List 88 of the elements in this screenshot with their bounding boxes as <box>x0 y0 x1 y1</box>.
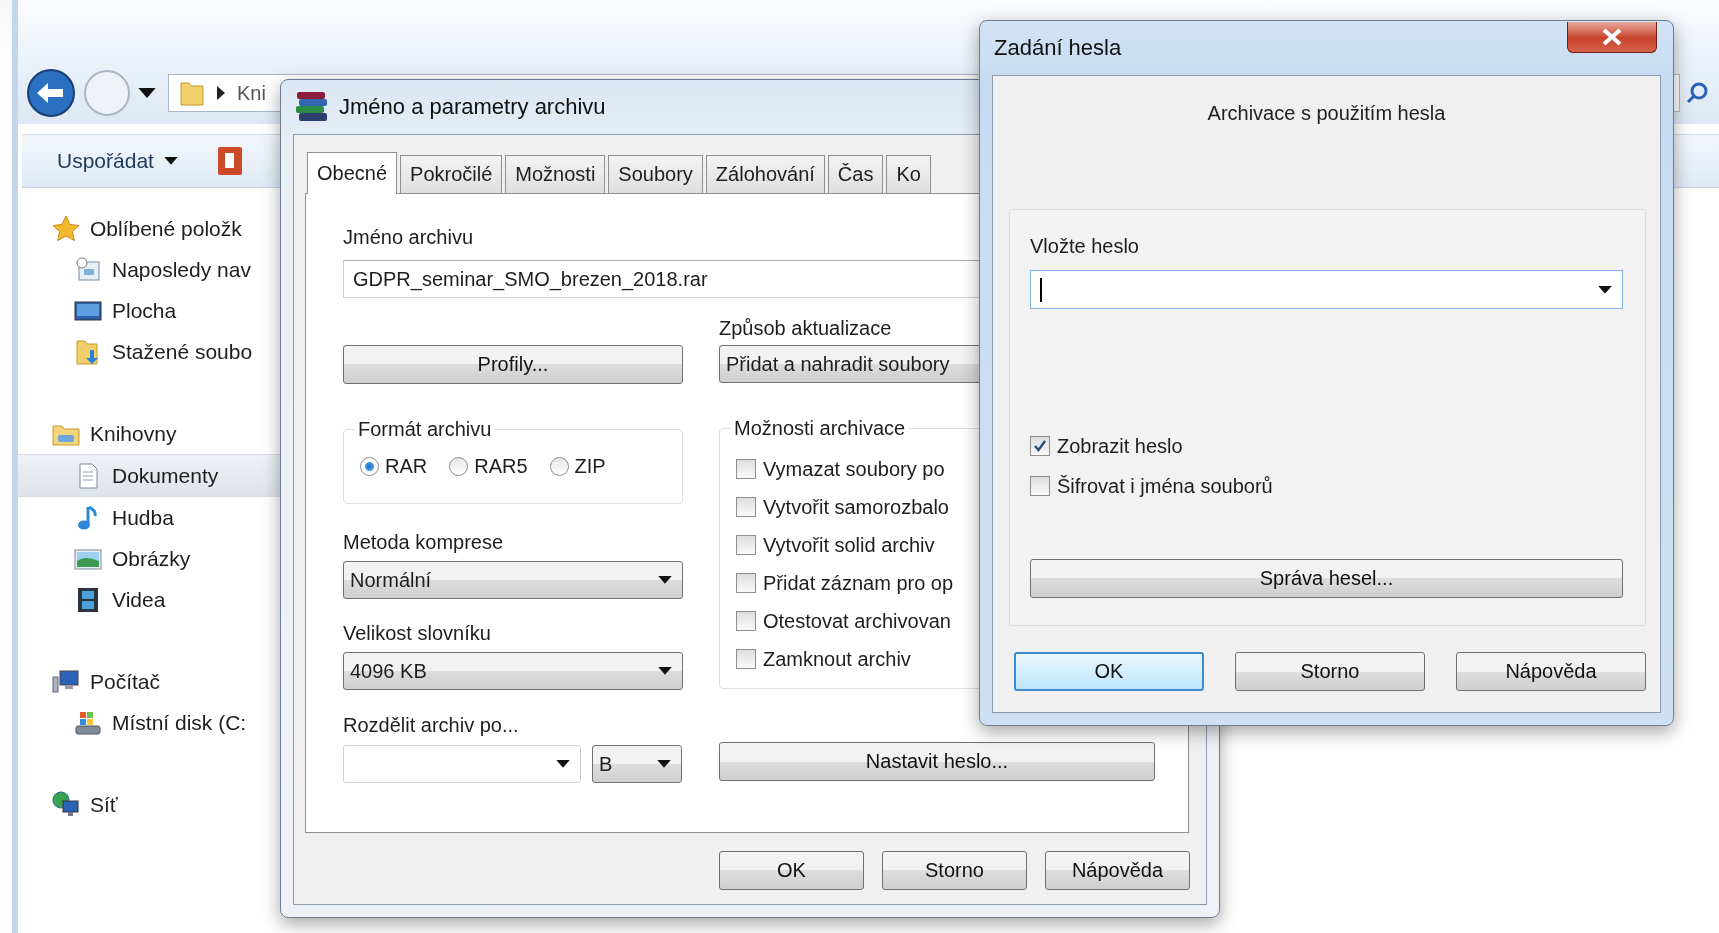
dropdown-arrow-icon <box>658 576 672 584</box>
sidebar-item[interactable]: Hudba <box>18 497 280 538</box>
checkbox[interactable] <box>736 459 756 479</box>
radio-button[interactable] <box>549 457 569 476</box>
checkbox-label: Vytvořit samorozbalo <box>763 495 949 519</box>
dialog-button[interactable]: Nápověda <box>1045 851 1190 890</box>
manage-passwords-button[interactable]: Správa hesel... <box>1030 559 1623 598</box>
computer-icon <box>52 667 80 696</box>
sidebar-item[interactable]: Oblíbené položk <box>18 208 280 249</box>
tab[interactable]: Obecné <box>307 152 398 194</box>
close-icon <box>1601 28 1623 46</box>
group-label: Možnosti archivace <box>733 417 907 440</box>
tab[interactable]: Možnosti <box>505 155 606 193</box>
checkbox[interactable] <box>736 649 756 669</box>
unit-dropdown[interactable]: B <box>592 745 682 783</box>
search-icon[interactable] <box>1686 81 1710 105</box>
dialog-button[interactable]: Nápověda <box>1456 652 1646 691</box>
dialog-title: Zadání hesla <box>994 35 1122 61</box>
checkbox-label: Vytvořit solid archiv <box>763 533 935 557</box>
sidebar-item[interactable]: Dokumenty <box>18 454 280 497</box>
tab[interactable]: Zálohování <box>705 155 825 193</box>
field-label: Metoda komprese <box>343 530 504 554</box>
tab[interactable]: Soubory <box>608 155 703 193</box>
checkbox[interactable] <box>736 497 756 517</box>
caret-icon <box>163 157 178 165</box>
network-icon <box>52 790 80 819</box>
checkbox-label: Zobrazit heslo <box>1057 434 1183 458</box>
field-label: Vložte heslo <box>1030 234 1139 258</box>
star-icon <box>52 214 80 243</box>
dictionary-dropdown[interactable]: 4096 KB <box>343 652 683 690</box>
field-label: Způsob aktualizace <box>719 316 892 340</box>
sidebar-item[interactable]: Počítač <box>18 661 280 702</box>
breadcrumb-arrow-icon <box>217 86 225 100</box>
radio-button[interactable] <box>449 457 469 476</box>
checkbox[interactable] <box>1030 436 1050 456</box>
checkbox[interactable] <box>736 611 756 631</box>
field-label: Rozdělit archiv po... <box>343 713 519 737</box>
sidebar-item[interactable]: Místní disk (C: <box>18 702 280 743</box>
field-label: Jméno archivu <box>343 225 474 249</box>
checkbox-label: Otestovat archivovan <box>763 609 951 633</box>
checkbox-label: Přidat záznam pro op <box>763 571 954 595</box>
tab[interactable]: Pokročilé <box>400 155 503 193</box>
dialog-button[interactable]: OK <box>719 851 864 890</box>
back-button[interactable] <box>26 68 76 118</box>
group-label: Formát archivu <box>357 418 493 441</box>
dialog-heading: Archivace s použitím hesla <box>1206 102 1447 126</box>
radio-option[interactable]: RAR <box>360 455 428 478</box>
checkbox[interactable] <box>736 573 756 593</box>
checkbox-label: Zamknout archiv <box>763 647 911 671</box>
history-dropdown-icon <box>138 88 156 98</box>
sidebar-item[interactable]: Obrázky <box>18 538 280 579</box>
sidebar-item[interactable]: Plocha <box>18 290 280 331</box>
dropdown-arrow-icon <box>658 667 672 675</box>
password-field[interactable] <box>1030 270 1623 309</box>
dialog-button[interactable]: Storno <box>882 851 1027 890</box>
dropdown-arrow-icon <box>556 760 570 768</box>
radio-option[interactable]: ZIP <box>549 455 606 478</box>
checkbox-label: Vymazat soubory po <box>763 457 945 481</box>
organize-menu[interactable]: Uspořádat <box>57 149 178 173</box>
dialog-button[interactable]: OK <box>1014 652 1204 691</box>
split-size-dropdown[interactable] <box>343 745 581 783</box>
dropdown-arrow-icon <box>657 760 671 768</box>
dropdown-arrow-icon <box>1598 285 1612 294</box>
presentation-app-icon[interactable] <box>217 147 242 175</box>
tab[interactable]: Čas <box>827 155 884 193</box>
dialog-button[interactable]: Storno <box>1235 652 1425 691</box>
address-text: Kni <box>237 81 266 105</box>
forward-button[interactable] <box>82 68 132 118</box>
close-button[interactable] <box>1567 22 1657 53</box>
sidebar-item[interactable]: Stažené soubo <box>18 331 280 372</box>
sidebar-item[interactable]: Síť <box>18 784 280 825</box>
field-label: Velikost slovníku <box>343 621 491 645</box>
checkbox[interactable] <box>736 535 756 555</box>
checkbox[interactable] <box>1030 476 1050 496</box>
checkbox-label: Šifrovat i jména souborů <box>1057 474 1273 498</box>
recent-places-icon <box>74 255 102 284</box>
set-password-button[interactable]: Nastavit heslo... <box>719 742 1155 781</box>
sidebar-item[interactable]: Knihovny <box>18 413 280 454</box>
sidebar-item[interactable]: Videa <box>18 579 280 620</box>
books-icon <box>295 91 329 123</box>
tab[interactable]: Ko <box>886 155 931 193</box>
radio-button[interactable] <box>360 457 379 476</box>
folder-icon <box>179 79 205 107</box>
compression-dropdown[interactable]: Normální <box>343 561 683 599</box>
sidebar-item[interactable]: Naposledy nav <box>18 249 280 290</box>
profiles-button[interactable]: Profily... <box>343 345 683 384</box>
radio-option[interactable]: RAR5 <box>449 455 528 478</box>
dialog-title: Jméno a parametry archivu <box>339 94 606 120</box>
